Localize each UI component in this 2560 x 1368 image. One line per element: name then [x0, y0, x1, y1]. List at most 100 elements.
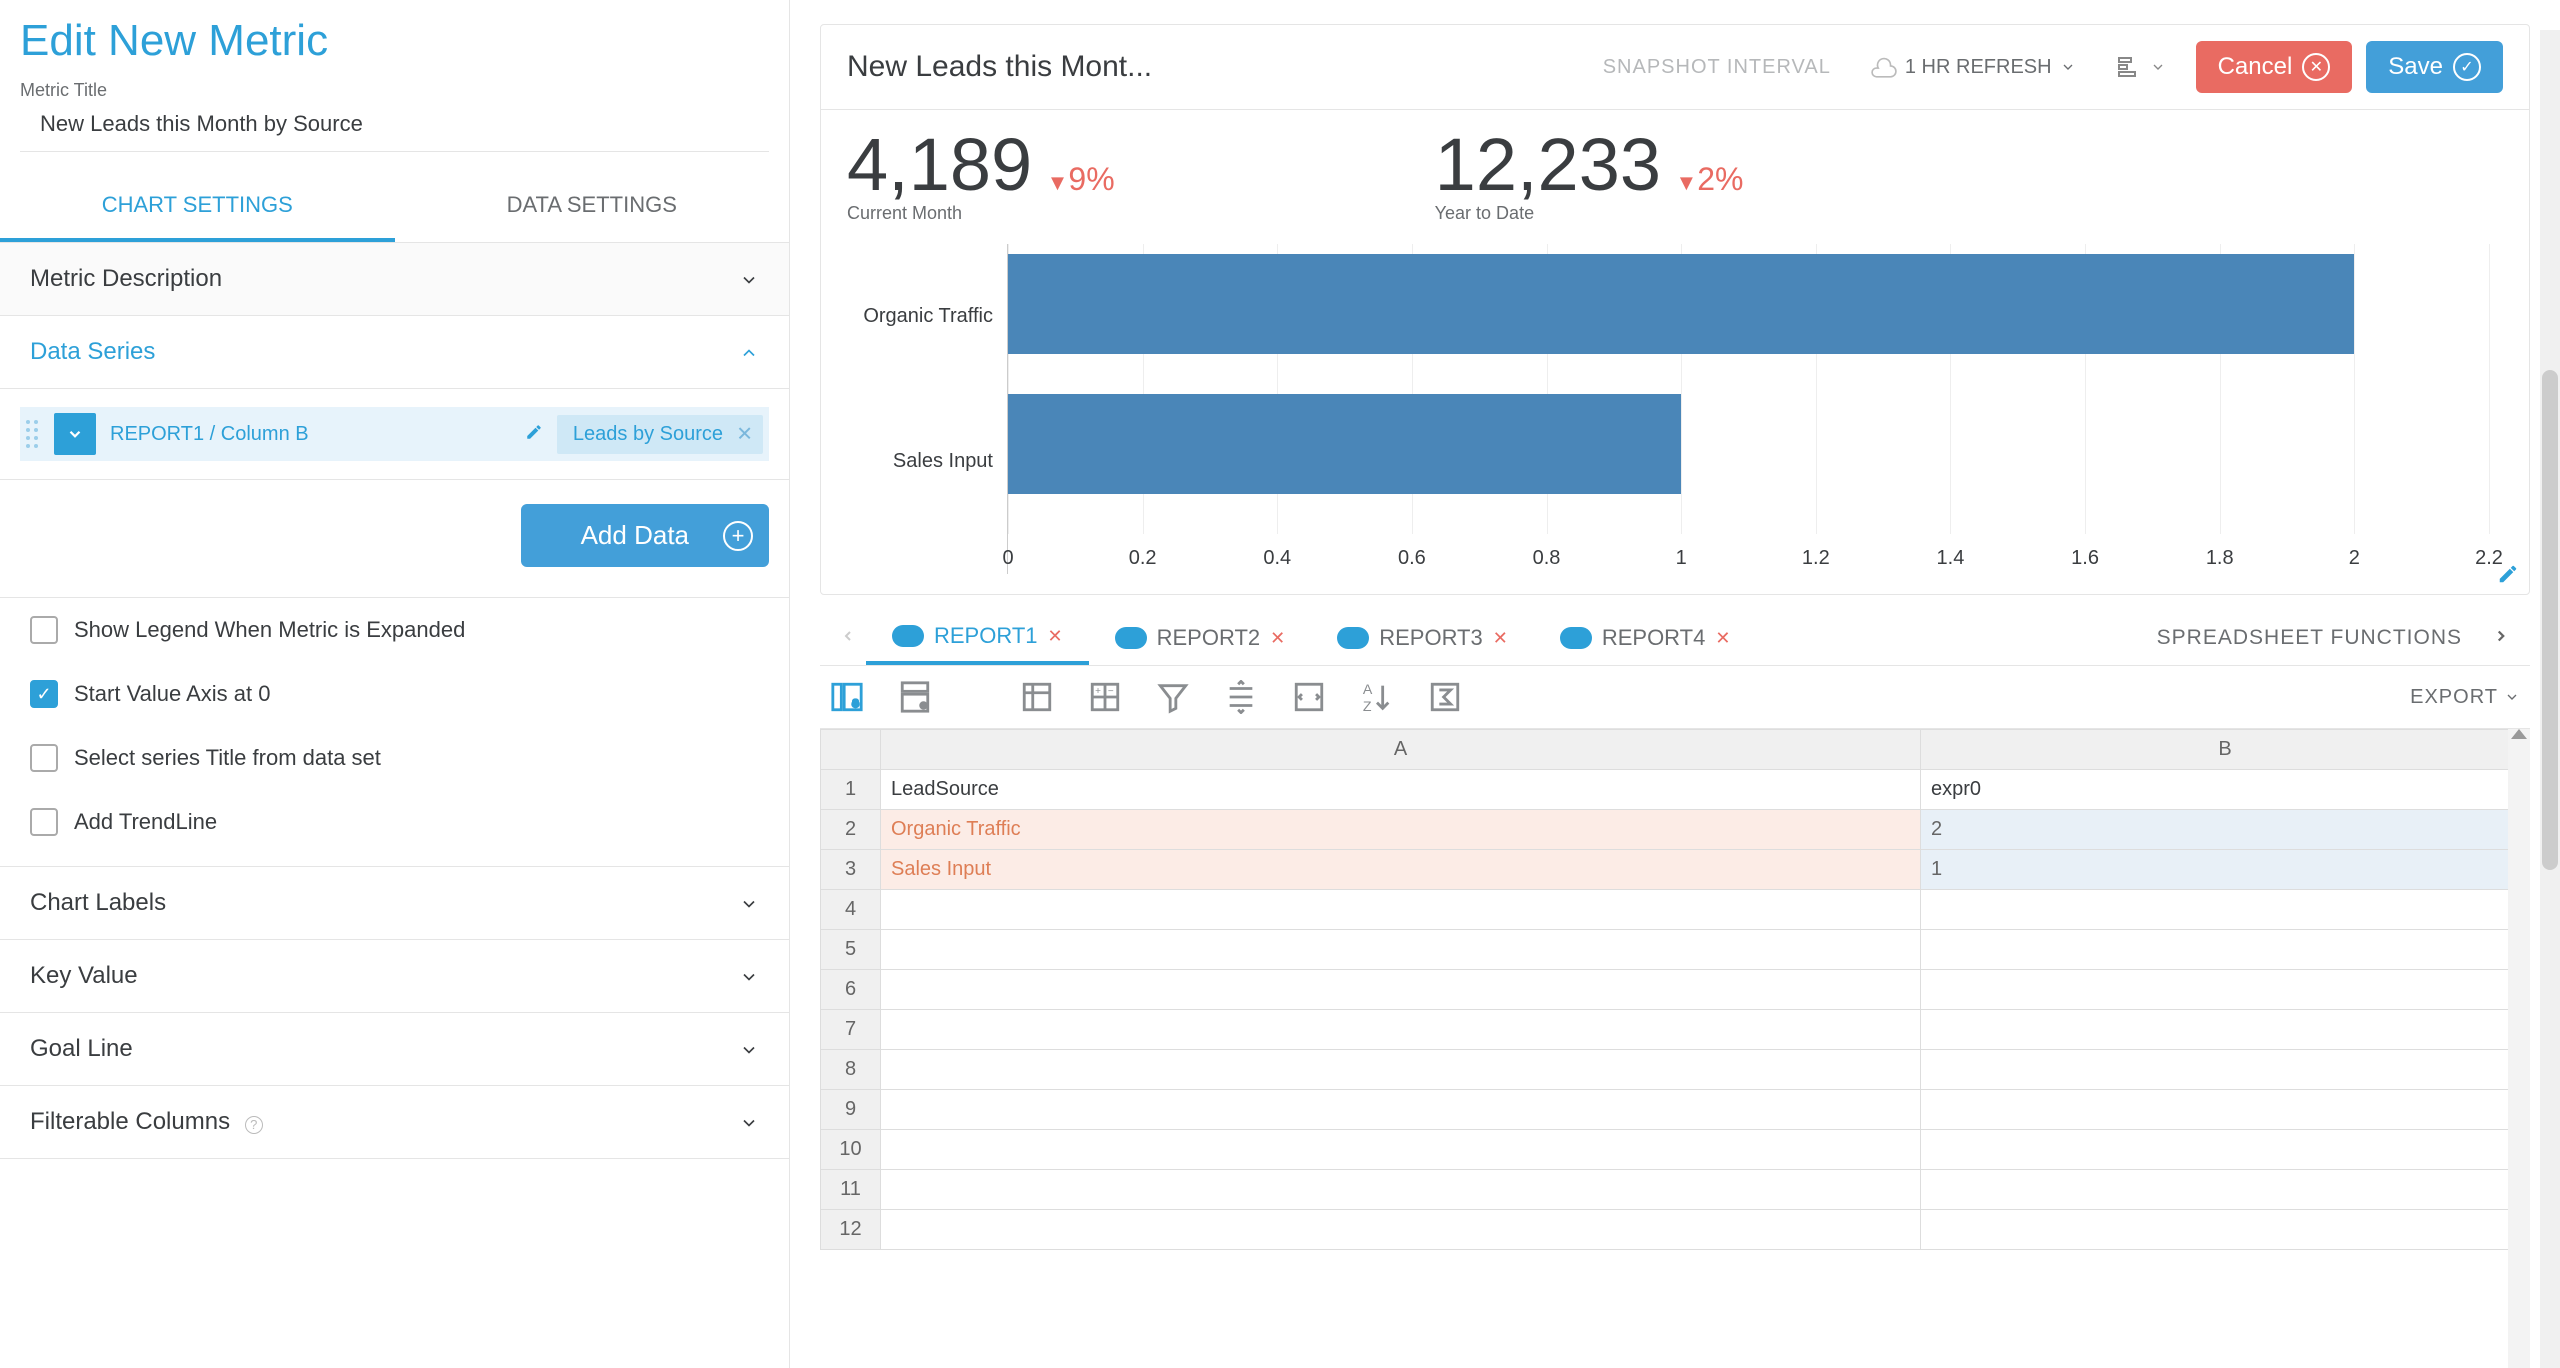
check-start-zero[interactable]: Start Value Axis at 0	[0, 662, 789, 726]
cell[interactable]	[1921, 1050, 2530, 1090]
cell[interactable]: LeadSource	[881, 770, 1921, 810]
close-icon[interactable]: ✕	[736, 422, 753, 447]
table-row[interactable]: 9	[821, 1090, 2530, 1130]
cell[interactable]: expr0	[1921, 770, 2530, 810]
cell[interactable]	[881, 930, 1921, 970]
scroll-up-icon[interactable]	[2511, 729, 2527, 739]
row-number[interactable]: 10	[821, 1130, 881, 1170]
row-number[interactable]: 3	[821, 850, 881, 890]
cell[interactable]	[881, 1210, 1921, 1250]
accordion-data-series[interactable]: Data Series	[0, 316, 789, 389]
cell[interactable]: 2	[1921, 810, 2530, 850]
expand-series-button[interactable]	[54, 413, 96, 455]
cell[interactable]	[881, 1050, 1921, 1090]
cell[interactable]	[1921, 930, 2530, 970]
column-header[interactable]: B	[1921, 730, 2530, 770]
row-number[interactable]: 4	[821, 890, 881, 930]
row-spacing-icon[interactable]	[1224, 680, 1258, 714]
export-dropdown[interactable]: EXPORT	[2410, 686, 2520, 709]
row-number[interactable]: 6	[821, 970, 881, 1010]
row-number[interactable]: 9	[821, 1090, 881, 1130]
row-number[interactable]: 8	[821, 1050, 881, 1090]
table-row[interactable]: 12	[821, 1210, 2530, 1250]
report-tab[interactable]: REPORT1✕	[866, 611, 1089, 665]
corner-cell[interactable]	[821, 730, 881, 770]
cancel-button[interactable]: Cancel ✕	[2196, 41, 2353, 93]
row-number[interactable]: 1	[821, 770, 881, 810]
table-row[interactable]: 3Sales Input1	[821, 850, 2530, 890]
check-show-legend[interactable]: Show Legend When Metric is Expanded	[0, 598, 789, 662]
cell[interactable]	[1921, 970, 2530, 1010]
lock-row-icon[interactable]	[898, 680, 932, 714]
row-number[interactable]: 5	[821, 930, 881, 970]
save-button[interactable]: Save ✓	[2366, 41, 2503, 93]
cell[interactable]	[1921, 1090, 2530, 1130]
spreadsheet-functions-button[interactable]: SPREADSHEET FUNCTIONS	[2137, 614, 2482, 662]
tabs-scroll-right[interactable]	[2482, 627, 2520, 650]
vertical-scrollbar[interactable]	[2508, 729, 2530, 1368]
accordion-chart-labels[interactable]: Chart Labels	[0, 867, 789, 940]
sigma-icon[interactable]	[1428, 680, 1462, 714]
table-row[interactable]: 11	[821, 1170, 2530, 1210]
row-number[interactable]: 7	[821, 1010, 881, 1050]
column-header[interactable]: A	[881, 730, 1921, 770]
cell[interactable]: Organic Traffic	[881, 810, 1921, 850]
close-tab-icon[interactable]: ✕	[1270, 628, 1285, 649]
pencil-icon[interactable]	[525, 423, 543, 446]
row-number[interactable]: 11	[821, 1170, 881, 1210]
snapshot-interval-label[interactable]: SNAPSHOT INTERVAL	[1603, 56, 1831, 79]
check-add-trendline[interactable]: Add TrendLine	[0, 790, 789, 867]
close-tab-icon[interactable]: ✕	[1715, 628, 1730, 649]
row-number[interactable]: 12	[821, 1210, 881, 1250]
calculate-icon[interactable]: +−	[1088, 680, 1122, 714]
tabs-scroll-left[interactable]	[830, 628, 866, 649]
drag-handle-icon[interactable]	[20, 420, 40, 448]
table-icon[interactable]	[1020, 680, 1054, 714]
accordion-goal-line[interactable]: Goal Line	[0, 1013, 789, 1086]
report-tab[interactable]: REPORT3✕	[1311, 611, 1534, 665]
table-row[interactable]: 10	[821, 1130, 2530, 1170]
cell[interactable]	[881, 1130, 1921, 1170]
refresh-dropdown[interactable]: 1 HR REFRESH	[1871, 54, 2076, 80]
tab-data-settings[interactable]: DATA SETTINGS	[395, 172, 790, 242]
sort-icon[interactable]: AZ	[1360, 680, 1394, 714]
cell[interactable]: Sales Input	[881, 850, 1921, 890]
cell[interactable]	[1921, 1130, 2530, 1170]
edit-chart-button[interactable]	[2497, 563, 2519, 590]
checkbox-icon[interactable]	[30, 808, 58, 836]
row-number[interactable]: 2	[821, 810, 881, 850]
cell[interactable]	[1921, 1170, 2530, 1210]
accordion-key-value[interactable]: Key Value	[0, 940, 789, 1013]
filter-icon[interactable]	[1156, 680, 1190, 714]
column-width-icon[interactable]	[1292, 680, 1326, 714]
checkbox-checked-icon[interactable]	[30, 680, 58, 708]
checkbox-icon[interactable]	[30, 744, 58, 772]
metric-title-input[interactable]: New Leads this Month by Source	[20, 105, 769, 152]
chart-type-dropdown[interactable]	[2116, 55, 2166, 79]
cell[interactable]	[881, 1090, 1921, 1130]
cell[interactable]	[881, 890, 1921, 930]
cell[interactable]	[1921, 1210, 2530, 1250]
table-row[interactable]: 1LeadSourceexpr0	[821, 770, 2530, 810]
cell[interactable]	[1921, 890, 2530, 930]
series-pill[interactable]: Leads by Source ✕	[557, 415, 763, 454]
check-series-title[interactable]: Select series Title from data set	[0, 726, 789, 790]
report-tab[interactable]: REPORT4✕	[1534, 611, 1757, 665]
tab-chart-settings[interactable]: CHART SETTINGS	[0, 172, 395, 242]
table-row[interactable]: 2Organic Traffic2	[821, 810, 2530, 850]
table-row[interactable]: 6	[821, 970, 2530, 1010]
scroll-thumb[interactable]	[2542, 370, 2558, 870]
close-tab-icon[interactable]: ✕	[1048, 626, 1063, 647]
help-icon[interactable]: ?	[245, 1116, 263, 1134]
page-scrollbar[interactable]	[2540, 30, 2560, 1368]
lock-column-icon[interactable]	[830, 680, 864, 714]
cell[interactable]	[1921, 1010, 2530, 1050]
cell[interactable]	[881, 1170, 1921, 1210]
add-data-button[interactable]: Add Data +	[521, 504, 769, 567]
accordion-metric-description[interactable]: Metric Description	[0, 243, 789, 316]
accordion-filterable-columns[interactable]: Filterable Columns ?	[0, 1086, 789, 1159]
report-tab[interactable]: REPORT2✕	[1089, 611, 1312, 665]
checkbox-icon[interactable]	[30, 616, 58, 644]
cell[interactable]	[881, 970, 1921, 1010]
spreadsheet[interactable]: A B 1LeadSourceexpr02Organic Traffic23Sa…	[820, 729, 2530, 1250]
